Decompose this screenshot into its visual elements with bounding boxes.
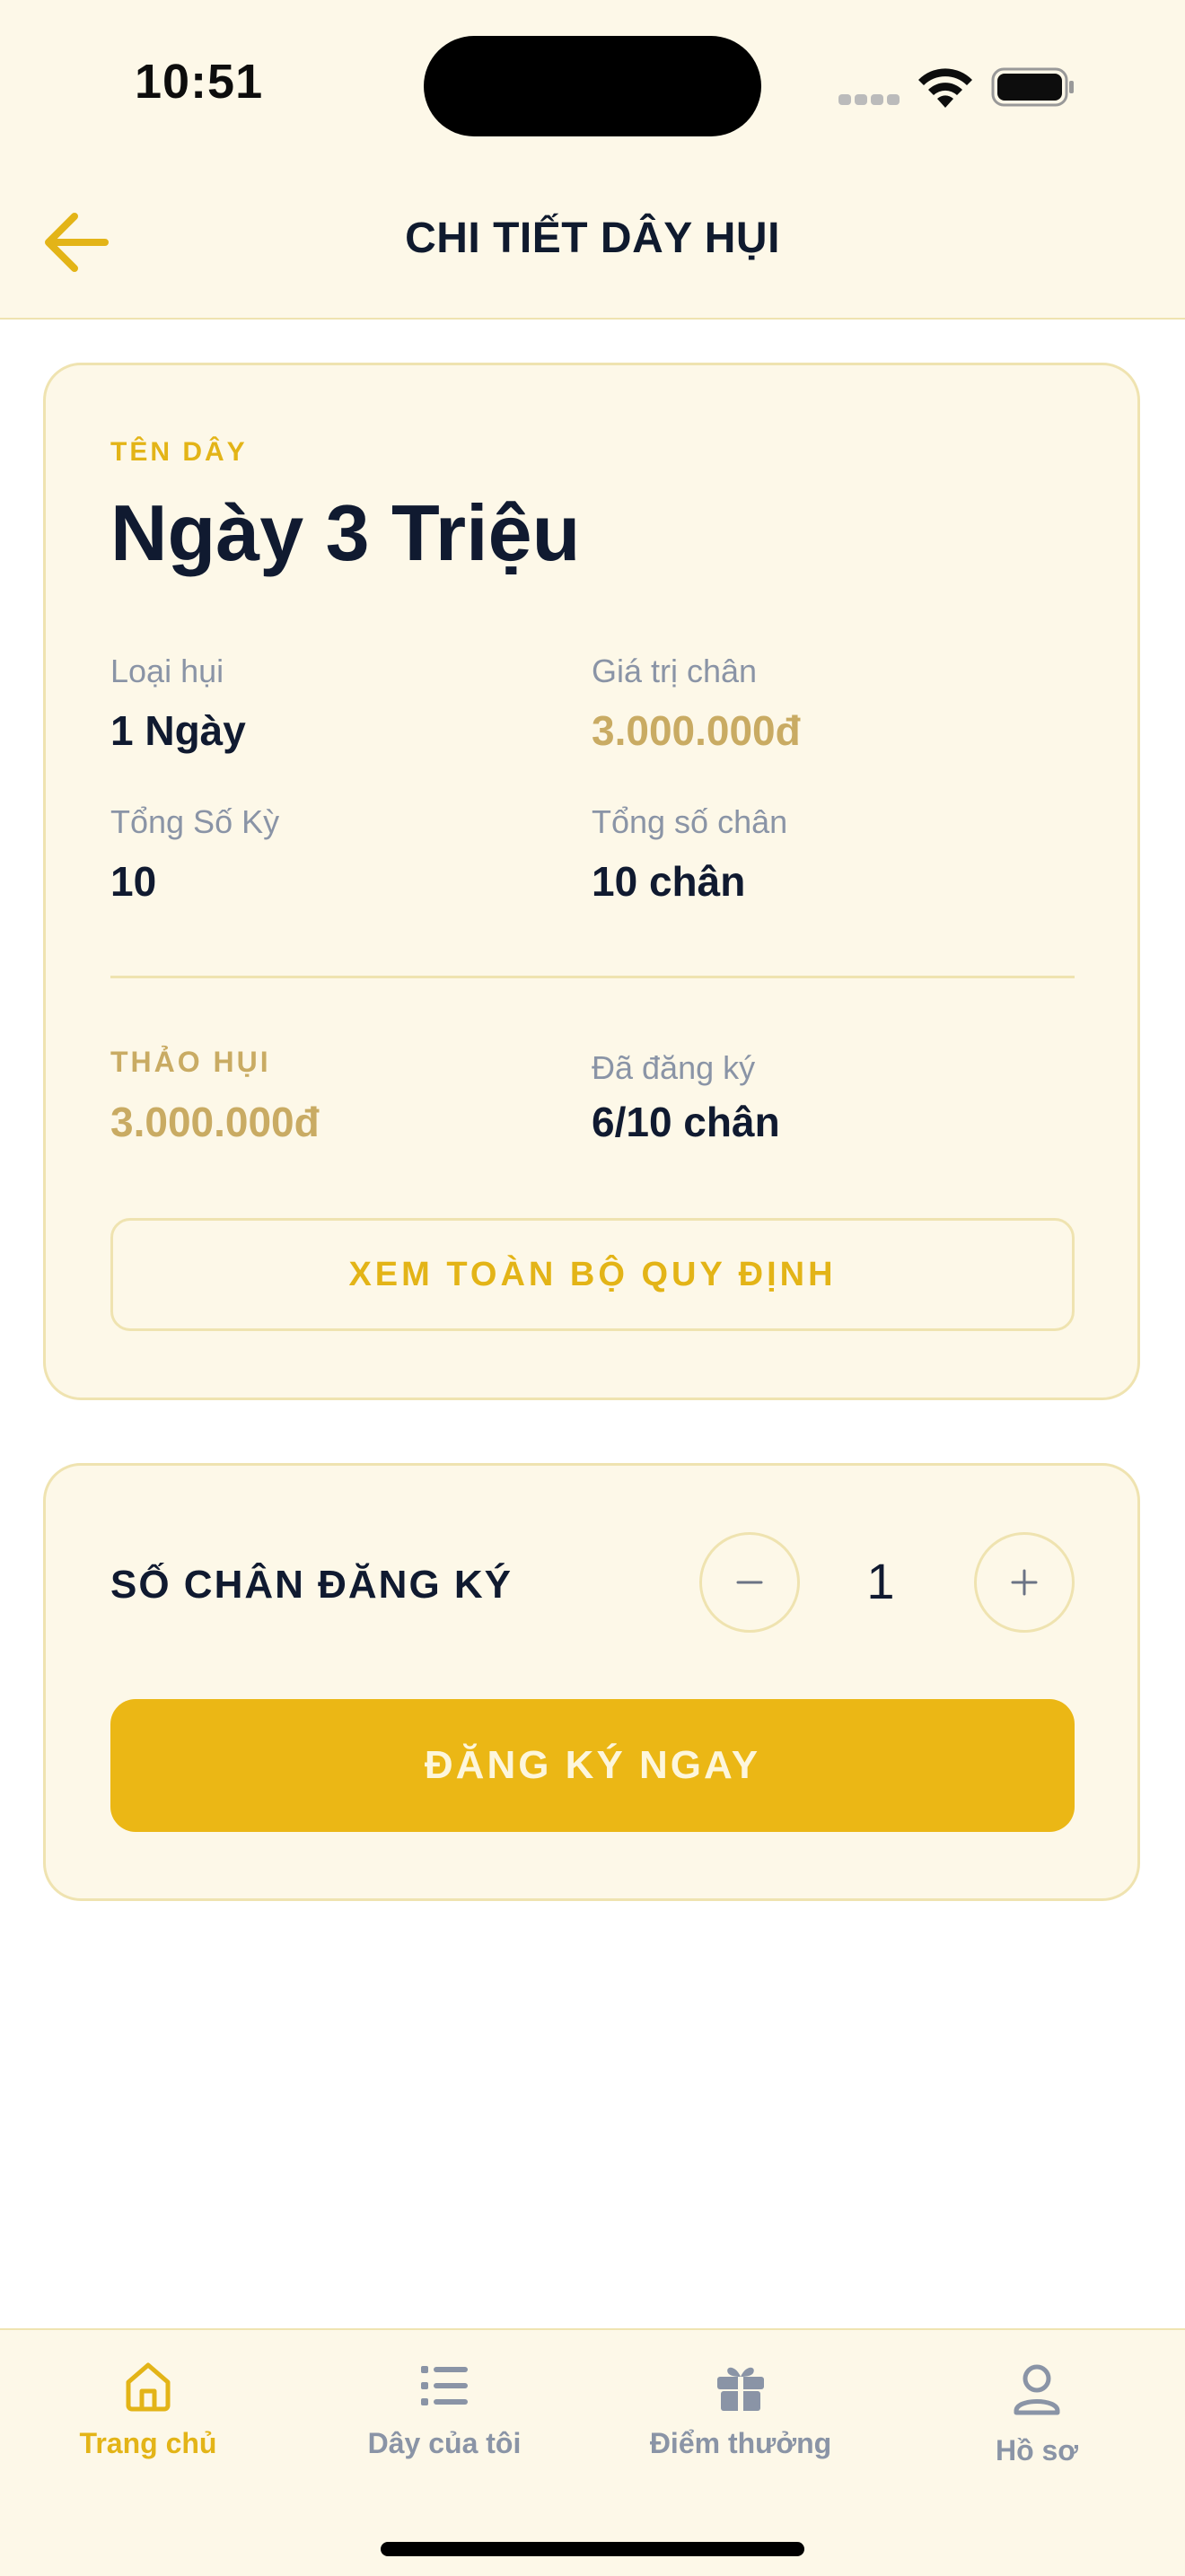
registered-value: 6/10 chân: [592, 1099, 780, 1145]
user-icon: [1014, 2364, 1060, 2415]
bottom-navigation: Trang chủ Dây của tôi Điểm thưởng Hồ sơ: [0, 2328, 1185, 2576]
total-legs-value: 10 chân: [592, 858, 746, 905]
nav-label-profile: Hồ sơ: [995, 2434, 1079, 2466]
registered-label: Đã đăng ký: [592, 1049, 756, 1086]
view-rules-button[interactable]: XEM TOÀN BỘ QUY ĐỊNH: [110, 1218, 1075, 1331]
decrease-quantity-button[interactable]: [699, 1532, 800, 1633]
nav-label-rewards: Điểm thưởng: [649, 2427, 832, 2459]
payout-value: 3.000.000đ: [110, 1099, 320, 1145]
wifi-icon: [918, 68, 972, 108]
cellular-signal-icon: [838, 93, 903, 110]
gift-icon: [717, 2367, 764, 2411]
nav-item-profile[interactable]: Hồ sơ: [889, 2357, 1185, 2492]
top-bar: 10:51 CHI TIẾT DÂY HỤI: [0, 0, 1185, 320]
page-title: CHI TIẾT DÂY HỤI: [405, 215, 780, 262]
leg-value-label: Giá trị chân: [592, 653, 758, 689]
nav-item-home[interactable]: Trang chủ: [0, 2357, 296, 2492]
nav-label-home: Trang chủ: [79, 2427, 217, 2459]
registration-quantity-label: SỐ CHÂN ĐĂNG KÝ: [110, 1563, 514, 1607]
total-periods-value: 10: [110, 858, 157, 905]
register-now-button[interactable]: ĐĂNG KÝ NGAY: [110, 1699, 1075, 1832]
home-icon: [126, 2362, 171, 2412]
quantity-value: 1: [866, 1553, 895, 1609]
total-legs-label: Tổng số chân: [592, 803, 788, 840]
arrow-left-icon: [45, 213, 109, 272]
total-periods-label: Tổng Số Kỳ: [110, 803, 280, 840]
plan-detail-card: TÊN DÂY Ngày 3 Triệu Loại hụi 1 Ngày Giá…: [43, 363, 1140, 1400]
plus-icon: [1011, 1569, 1038, 1596]
nav-item-rewards[interactable]: Điểm thưởng: [592, 2357, 889, 2492]
increase-quantity-button[interactable]: [974, 1532, 1075, 1633]
plan-name-label: TÊN DÂY: [110, 437, 248, 467]
plan-name: Ngày 3 Triệu: [110, 488, 581, 577]
battery-icon: [991, 67, 1074, 107]
leg-value: 3.000.000đ: [592, 707, 801, 754]
registration-card: SỐ CHÂN ĐĂNG KÝ 1 ĐĂNG KÝ NGAY: [43, 1463, 1140, 1901]
nav-label-my-groups: Dây của tôi: [367, 2427, 522, 2459]
dynamic-island: [424, 36, 761, 136]
nav-item-my-groups[interactable]: Dây của tôi: [296, 2357, 592, 2492]
type-label: Loại hụi: [110, 653, 224, 689]
type-value: 1 Ngày: [110, 707, 246, 754]
home-indicator[interactable]: [381, 2542, 804, 2556]
divider: [110, 976, 1075, 978]
status-time: 10:51: [135, 55, 264, 109]
payout-label: THẢO HỤI: [110, 1046, 271, 1078]
minus-icon: [736, 1581, 763, 1584]
back-button[interactable]: [36, 205, 117, 280]
list-icon: [421, 2366, 468, 2405]
